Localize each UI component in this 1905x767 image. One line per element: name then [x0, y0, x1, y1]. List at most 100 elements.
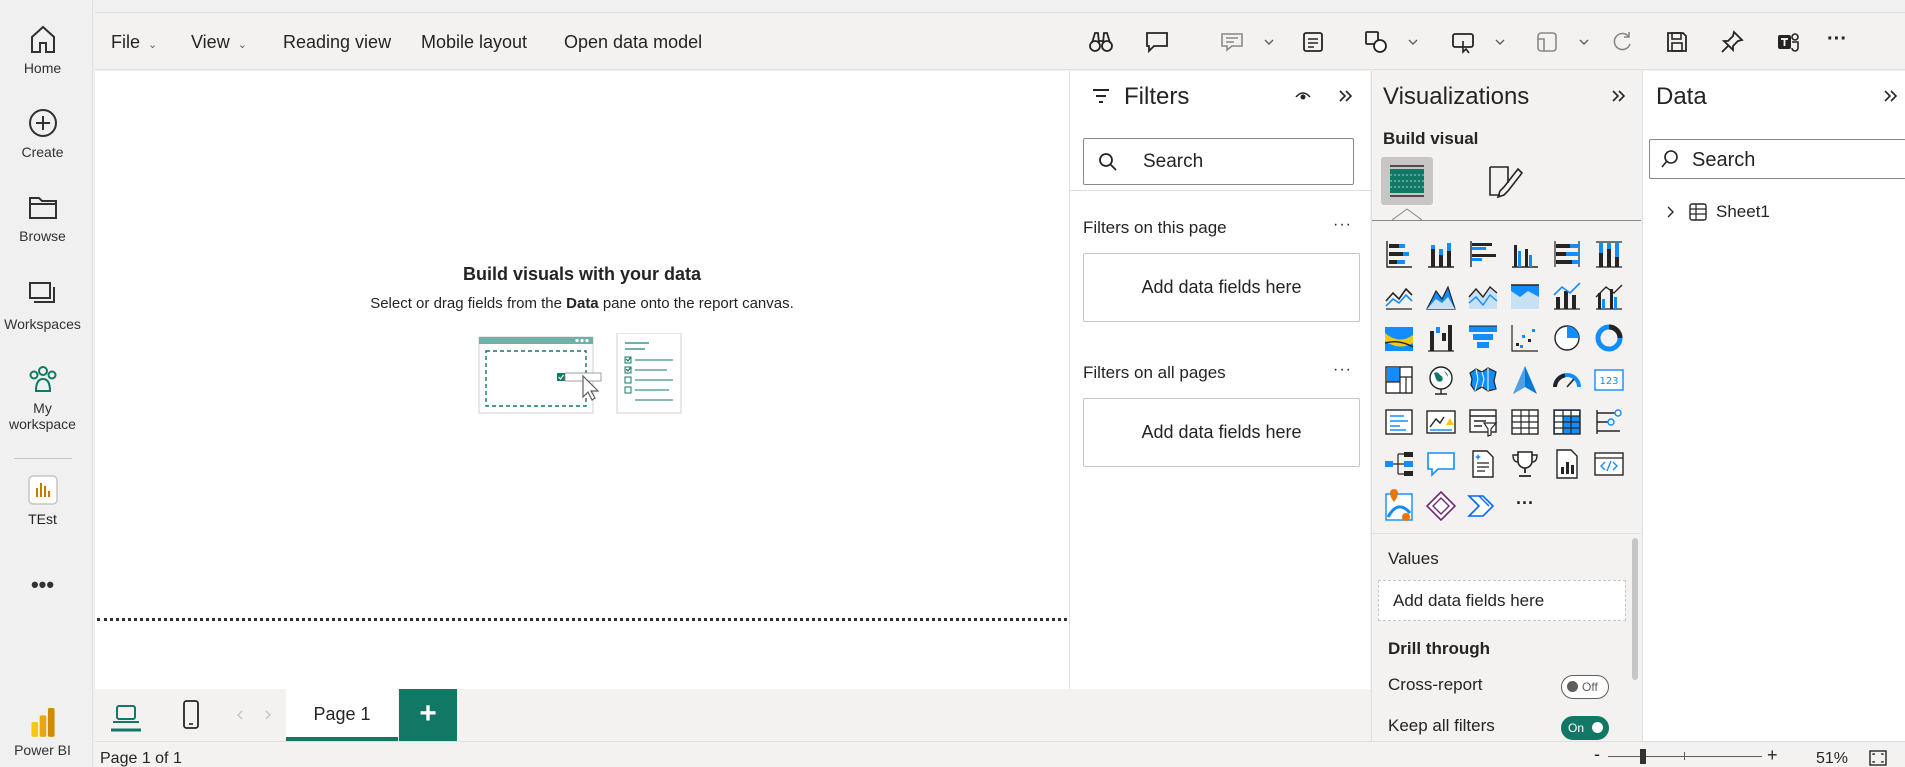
- azure-map-icon[interactable]: [1508, 363, 1542, 397]
- pie-chart-icon[interactable]: [1550, 321, 1584, 355]
- collapse-pane-icon[interactable]: [1336, 87, 1354, 105]
- filters-on-this-page-drop-well[interactable]: Add data fields here: [1083, 253, 1360, 322]
- power-apps-html-icon[interactable]: [1592, 447, 1626, 481]
- filters-on-all-pages-more-button[interactable]: ···: [1333, 361, 1352, 379]
- zoom-out-button[interactable]: -: [1594, 744, 1600, 765]
- filters-on-this-page-more-button[interactable]: ···: [1333, 216, 1352, 234]
- nav-more-button[interactable]: •••: [0, 572, 85, 598]
- ribbon-area-chart-icon[interactable]: [1508, 279, 1542, 313]
- view-menu[interactable]: View ⌄: [191, 13, 247, 71]
- mobile-layout-button[interactable]: Mobile layout: [421, 13, 527, 71]
- metrics-trophy-icon[interactable]: [1508, 447, 1542, 481]
- visual-options-icon[interactable]: [1534, 29, 1560, 55]
- values-drop-well[interactable]: Add data fields here: [1378, 580, 1626, 621]
- data-table-sheet1[interactable]: Sheet1: [1665, 199, 1895, 225]
- power-bi-brand[interactable]: Power BI: [0, 704, 85, 758]
- filters-search-input[interactable]: Search: [1083, 138, 1354, 185]
- reading-view-button[interactable]: Reading view: [283, 13, 391, 71]
- clustered-bar-chart-icon[interactable]: [1466, 237, 1500, 271]
- desktop-layout-icon[interactable]: [109, 698, 143, 732]
- zoom-slider-track[interactable]: [1608, 756, 1762, 757]
- table-icon[interactable]: [1508, 405, 1542, 439]
- ribbon-chart-icon[interactable]: [1382, 321, 1416, 355]
- map-icon[interactable]: [1424, 363, 1458, 397]
- decomposition-tree-icon[interactable]: [1382, 447, 1416, 481]
- paginated-report-icon[interactable]: [1550, 447, 1584, 481]
- 100-stacked-column-chart-icon[interactable]: [1592, 237, 1626, 271]
- matrix-icon[interactable]: [1550, 405, 1584, 439]
- line-and-stacked-column-chart-icon[interactable]: [1550, 279, 1584, 313]
- text-box-icon[interactable]: [1300, 29, 1326, 55]
- chevron-right-icon[interactable]: [261, 708, 275, 722]
- multi-row-card-icon[interactable]: [1382, 405, 1416, 439]
- nav-my-workspace[interactable]: My workspace: [0, 362, 85, 432]
- refresh-icon[interactable]: [1609, 29, 1635, 55]
- smart-narrative-icon[interactable]: [1219, 29, 1245, 55]
- nav-workspaces[interactable]: Workspaces: [0, 278, 85, 332]
- clustered-column-chart-icon[interactable]: [1508, 237, 1542, 271]
- zoom-in-button[interactable]: +: [1767, 745, 1778, 766]
- pin-icon[interactable]: [1719, 29, 1745, 55]
- chevron-down-icon[interactable]: [1577, 35, 1591, 49]
- stacked-area-chart-icon[interactable]: [1466, 279, 1500, 313]
- comment-icon[interactable]: [1144, 29, 1170, 55]
- fit-to-page-icon[interactable]: [1869, 750, 1887, 766]
- waterfall-chart-icon[interactable]: [1424, 321, 1458, 355]
- eye-icon[interactable]: [1294, 87, 1312, 105]
- area-chart-icon[interactable]: [1424, 279, 1458, 313]
- shapes-icon[interactable]: [1363, 29, 1389, 55]
- nav-report-test[interactable]: TEst: [0, 473, 85, 527]
- keep-all-filters-toggle[interactable]: On: [1561, 716, 1609, 740]
- key-influencers-icon[interactable]: [1592, 405, 1626, 439]
- mobile-layout-icon[interactable]: [176, 698, 206, 732]
- nav-home[interactable]: Home: [0, 22, 85, 76]
- donut-chart-icon[interactable]: [1592, 321, 1626, 355]
- cross-report-toggle[interactable]: Off: [1561, 675, 1609, 699]
- toolbar-more-button[interactable]: ···: [1827, 13, 1847, 71]
- line-and-clustered-column-chart-icon[interactable]: [1592, 279, 1626, 313]
- filters-on-all-pages-drop-well[interactable]: Add data fields here: [1083, 398, 1360, 467]
- page-tab-page-1[interactable]: Page 1: [286, 689, 398, 741]
- build-visual-tab[interactable]: [1381, 157, 1433, 205]
- slicer-icon[interactable]: [1466, 405, 1500, 439]
- nav-browse[interactable]: Browse: [0, 190, 85, 244]
- power-apps-icon[interactable]: [1424, 489, 1458, 523]
- viz-pane-scrollbar[interactable]: [1632, 538, 1638, 680]
- file-menu[interactable]: File ⌄: [111, 13, 157, 71]
- chevron-down-icon[interactable]: [1406, 35, 1420, 49]
- line-chart-icon[interactable]: [1382, 279, 1416, 313]
- funnel-chart-icon[interactable]: [1466, 321, 1500, 355]
- card-icon[interactable]: 123: [1592, 363, 1626, 397]
- filled-map-icon[interactable]: [1466, 363, 1500, 397]
- data-search-input[interactable]: Search: [1649, 139, 1905, 179]
- collapse-pane-icon[interactable]: [1881, 87, 1899, 105]
- save-icon[interactable]: [1664, 29, 1690, 55]
- gauge-icon[interactable]: [1550, 363, 1584, 397]
- teams-icon[interactable]: [1775, 29, 1801, 55]
- collapse-pane-icon[interactable]: [1609, 87, 1627, 105]
- chevron-left-icon[interactable]: [233, 708, 247, 722]
- 100-stacked-bar-chart-icon[interactable]: [1550, 237, 1584, 271]
- chevron-right-icon[interactable]: [1665, 205, 1677, 219]
- smart-narrative-visual-icon[interactable]: [1466, 447, 1500, 481]
- arcgis-map-icon[interactable]: [1382, 489, 1416, 523]
- q-and-a-icon[interactable]: [1424, 447, 1458, 481]
- scatter-chart-icon[interactable]: [1508, 321, 1542, 355]
- zoom-slider-thumb[interactable]: [1640, 749, 1646, 764]
- buttons-icon[interactable]: [1450, 29, 1476, 55]
- stacked-bar-chart-icon[interactable]: [1382, 237, 1416, 271]
- power-automate-icon[interactable]: [1466, 489, 1500, 523]
- binoculars-icon[interactable]: [1088, 29, 1114, 55]
- get-more-visuals-button[interactable]: ···: [1508, 489, 1542, 523]
- format-visual-brush-icon[interactable]: [1484, 161, 1524, 201]
- treemap-icon[interactable]: [1382, 363, 1416, 397]
- open-data-model-button[interactable]: Open data model: [564, 13, 702, 71]
- chevron-down-icon[interactable]: [1262, 35, 1276, 49]
- kpi-icon[interactable]: [1424, 405, 1458, 439]
- zoom-level[interactable]: 51%: [1816, 750, 1848, 767]
- stacked-column-chart-icon[interactable]: [1424, 237, 1458, 271]
- report-canvas[interactable]: Build visuals with your data Select or d…: [95, 71, 1069, 689]
- nav-create[interactable]: Create: [0, 106, 85, 160]
- add-page-button[interactable]: +: [399, 689, 457, 741]
- chevron-down-icon[interactable]: [1493, 35, 1507, 49]
